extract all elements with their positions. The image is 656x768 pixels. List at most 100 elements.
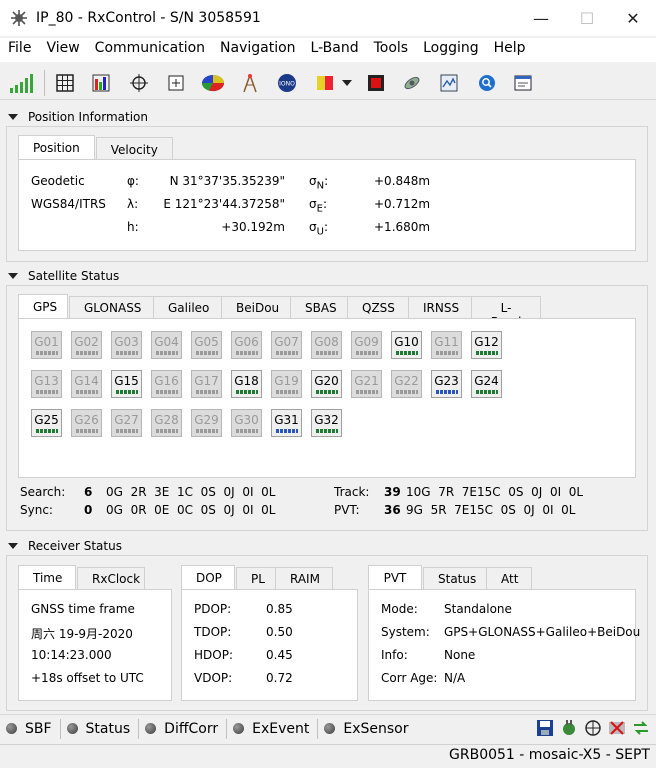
- tab-gps[interactable]: GPS: [18, 294, 68, 318]
- satellite-g19[interactable]: G19: [271, 370, 302, 398]
- color-bars-icon[interactable]: [90, 72, 112, 94]
- tab-time[interactable]: Time: [18, 565, 76, 589]
- satellite-id-label: G11: [434, 335, 459, 349]
- satellite-g21[interactable]: G21: [351, 370, 382, 398]
- satellite-g24[interactable]: G24: [471, 370, 502, 398]
- satellite-id-label: G01: [34, 335, 59, 349]
- signal-strength-icon[interactable]: [8, 72, 36, 94]
- info-value: None: [444, 648, 476, 662]
- satellite-g14[interactable]: G14: [71, 370, 102, 398]
- status-led-icon: [145, 723, 157, 734]
- position-section-header[interactable]: Position Information: [8, 110, 148, 124]
- satellite-g12[interactable]: G12: [471, 331, 502, 359]
- menu-view[interactable]: View: [38, 38, 86, 62]
- disconnect-icon[interactable]: [608, 719, 626, 737]
- hdop-label: HDOP:: [194, 648, 233, 662]
- collapse-triangle-icon[interactable]: [8, 114, 18, 120]
- satellite-g08[interactable]: G08: [311, 331, 342, 359]
- receiver-section-header[interactable]: Receiver Status: [8, 539, 122, 553]
- tab-position[interactable]: Position: [18, 135, 95, 159]
- collapse-triangle-icon[interactable]: [8, 543, 18, 549]
- iono-icon[interactable]: IONO: [276, 72, 298, 94]
- plug-icon[interactable]: [560, 719, 578, 737]
- crosshair-status-icon[interactable]: [584, 719, 602, 737]
- menu-tools[interactable]: Tools: [366, 38, 416, 62]
- satellite-g23[interactable]: G23: [431, 370, 462, 398]
- menu-navigation[interactable]: Navigation: [212, 38, 303, 62]
- satellite-g28[interactable]: G28: [151, 409, 182, 437]
- crosshair-icon[interactable]: [128, 72, 150, 94]
- exevent-indicator[interactable]: ExEvent: [233, 721, 309, 737]
- tab-rxclock[interactable]: RxClock: [77, 567, 145, 589]
- satellite-g17[interactable]: G17: [191, 370, 222, 398]
- tab-pl[interactable]: PL: [236, 567, 276, 589]
- tab-irnss[interactable]: IRNSS: [408, 296, 472, 318]
- satellite-g05[interactable]: G05: [191, 331, 222, 359]
- menu-help[interactable]: Help: [486, 38, 533, 62]
- satellite-g16[interactable]: G16: [151, 370, 182, 398]
- signal-bar-icon: [75, 351, 98, 355]
- menu-logging[interactable]: Logging: [415, 38, 486, 62]
- satellite-g02[interactable]: G02: [71, 331, 102, 359]
- menu-communication[interactable]: Communication: [87, 38, 212, 62]
- satellite-g10[interactable]: G10: [391, 331, 422, 359]
- satellite-g18[interactable]: G18: [231, 370, 262, 398]
- satellite-icon[interactable]: [401, 72, 423, 94]
- tab-sbas[interactable]: SBAS: [290, 296, 348, 318]
- satellite-g11[interactable]: G11: [431, 331, 462, 359]
- search-icon[interactable]: [476, 72, 498, 94]
- satellite-g07[interactable]: G07: [271, 331, 302, 359]
- tower-icon[interactable]: [239, 72, 261, 94]
- satellite-g25[interactable]: G25: [31, 409, 62, 437]
- tab-galileo[interactable]: Galileo: [153, 296, 222, 318]
- tab-raim[interactable]: RAIM: [275, 567, 333, 589]
- window-icon[interactable]: [512, 72, 534, 94]
- satellite-section-header[interactable]: Satellite Status: [8, 269, 119, 283]
- status-indicator[interactable]: Status: [66, 721, 130, 737]
- satellite-g22[interactable]: G22: [391, 370, 422, 398]
- tab-dop[interactable]: DOP: [181, 565, 235, 589]
- satellite-g13[interactable]: G13: [31, 370, 62, 398]
- satellite-g15[interactable]: G15: [111, 370, 142, 398]
- satellite-g31[interactable]: G31: [271, 409, 302, 437]
- tab-velocity[interactable]: Velocity: [95, 137, 173, 159]
- tab-lband[interactable]: L-Band: [471, 296, 541, 329]
- diffcorr-indicator[interactable]: DiffCorr: [145, 721, 218, 737]
- map-icon[interactable]: [438, 72, 460, 94]
- sync-arrows-icon[interactable]: [632, 719, 650, 737]
- satellite-g27[interactable]: G27: [111, 409, 142, 437]
- flag-icon[interactable]: [314, 72, 336, 94]
- satellite-g26[interactable]: G26: [71, 409, 102, 437]
- sbf-indicator[interactable]: SBF: [6, 721, 52, 737]
- satellite-g04[interactable]: G04: [151, 331, 182, 359]
- red-square-icon[interactable]: [365, 72, 387, 94]
- tab-status[interactable]: Status: [423, 567, 487, 589]
- satellite-g01[interactable]: G01: [31, 331, 62, 359]
- satellite-g30[interactable]: G30: [231, 409, 262, 437]
- status-led-icon: [324, 723, 336, 734]
- satellite-g06[interactable]: G06: [231, 331, 262, 359]
- satellite-g20[interactable]: G20: [311, 370, 342, 398]
- tab-glonass[interactable]: GLONASS: [69, 296, 154, 318]
- save-icon[interactable]: [536, 719, 554, 737]
- satellite-g09[interactable]: G09: [351, 331, 382, 359]
- minimize-button[interactable]: —: [518, 0, 564, 36]
- signal-bar-icon: [355, 351, 378, 355]
- tab-pvt[interactable]: PVT: [368, 565, 422, 589]
- tab-att[interactable]: Att: [486, 567, 532, 589]
- dropdown-icon[interactable]: [340, 72, 354, 94]
- close-button[interactable]: ✕: [610, 0, 656, 36]
- pie-chart-icon[interactable]: [200, 72, 226, 94]
- menu-lband[interactable]: L-Band: [303, 38, 366, 62]
- satellite-g03[interactable]: G03: [111, 331, 142, 359]
- add-point-icon[interactable]: [165, 72, 187, 94]
- satellite-g32[interactable]: G32: [311, 409, 342, 437]
- tab-beidou[interactable]: BeiDou: [221, 296, 291, 318]
- exsensor-indicator[interactable]: ExSensor: [324, 721, 408, 737]
- tab-qzss[interactable]: QZSS: [347, 296, 409, 318]
- maximize-button[interactable]: ☐: [564, 0, 610, 36]
- satellite-g29[interactable]: G29: [191, 409, 222, 437]
- menu-file[interactable]: File: [0, 38, 38, 62]
- grid-icon[interactable]: [54, 72, 76, 94]
- collapse-triangle-icon[interactable]: [8, 273, 18, 279]
